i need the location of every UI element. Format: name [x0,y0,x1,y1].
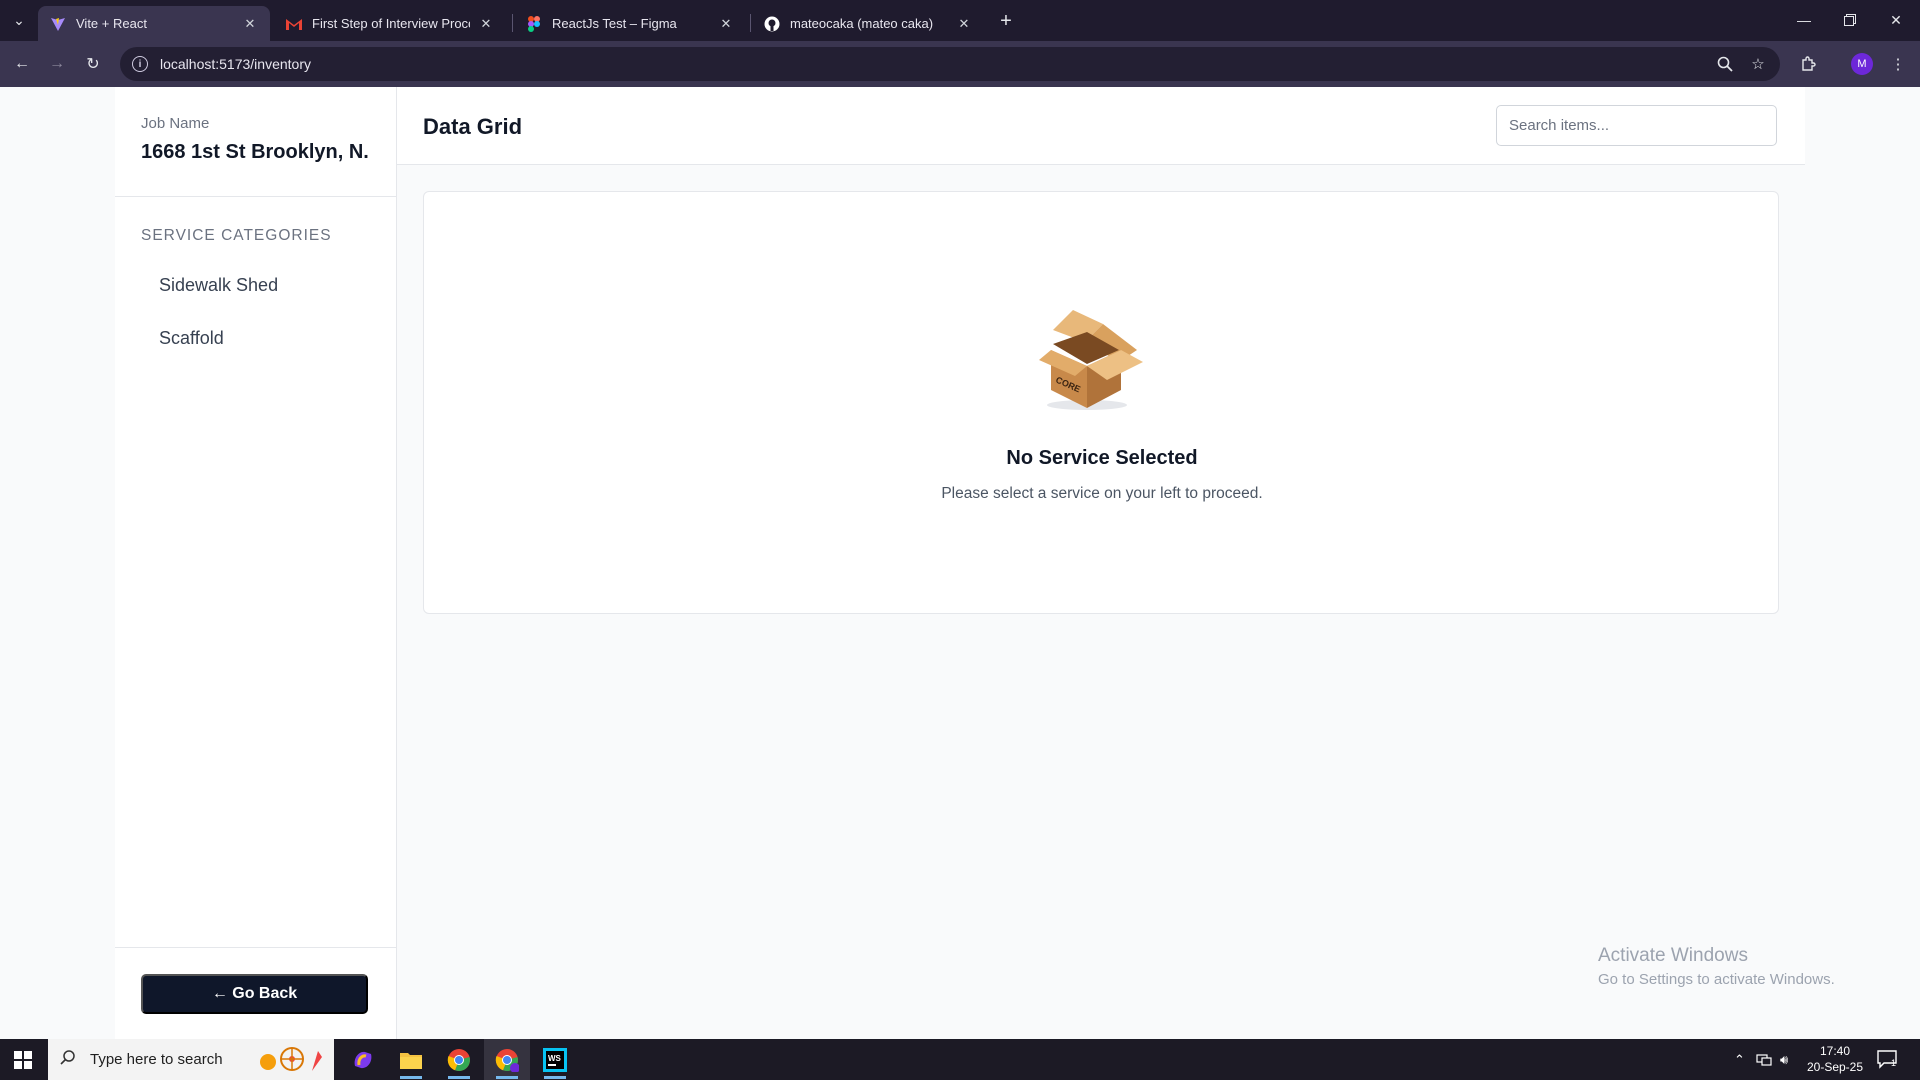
taskbar-file-explorer-icon[interactable] [388,1039,434,1080]
tab-separator [750,14,751,32]
category-item-sidewalk-shed[interactable]: Sidewalk Shed [159,275,278,296]
reload-icon[interactable]: ↻ [81,52,105,76]
tab-title: mateocaka (mateo caka) [790,16,934,31]
taskbar-search-box[interactable]: Type here to search [48,1039,334,1080]
tab-gmail[interactable]: First Step of Interview Process ( ✕ [274,6,506,41]
new-tab-plus-icon[interactable]: + [994,9,1018,33]
divider [115,947,396,948]
show-hidden-icons-chevron-icon[interactable]: ⌃ [1734,1039,1745,1080]
open-box-icon: CORE [1039,310,1143,410]
tab-search-chevron-icon[interactable]: ⌄ [6,8,32,32]
github-icon [764,16,780,32]
empty-state-title: No Service Selected [1006,447,1198,469]
tab-vite-react[interactable]: Vite + React ✕ [38,6,270,41]
go-back-button[interactable]: ← Go Back [141,974,368,1014]
figma-icon [526,15,542,32]
tab-figma[interactable]: ReactJs Test – Figma ✕ [514,6,746,41]
site-info-icon[interactable]: i [132,56,148,72]
windows-logo-icon [14,1050,32,1069]
close-window-icon[interactable]: ✕ [1876,6,1916,34]
browser-toolbar: ← → ↻ i localhost:5173/inventory ☆ M ⋮ [0,41,1920,87]
search-icon [60,1049,76,1070]
clock-time: 17:40 [1819,1044,1851,1058]
taskbar-chrome-profile-icon[interactable] [484,1039,530,1080]
empty-state-card: CORE No Service Selected Please select a… [423,191,1779,614]
close-icon[interactable]: ✕ [956,16,972,32]
taskbar-webstorm-icon[interactable]: WS [532,1039,578,1080]
empty-state-subtitle: Please select a service on your left to … [941,485,1263,502]
search-input[interactable] [1496,105,1777,146]
search-highlight-illustration-icon [260,1047,322,1071]
browser-tab-strip: ⌄ Vite + React ✕ First Step of Interview… [0,0,1920,41]
restore-icon[interactable] [1830,6,1870,34]
tab-title: Vite + React [76,16,147,31]
main-header: Data Grid [397,87,1805,165]
watermark-line-2: Go to Settings to activate Windows. [1598,971,1835,988]
job-name-value: 1668 1st St Brooklyn, N... [141,141,370,163]
activate-windows-watermark: Activate Windows Go to Settings to activ… [1598,945,1835,988]
close-icon[interactable]: ✕ [718,16,734,32]
taskbar-chrome-icon[interactable] [436,1039,482,1080]
watermark-line-1: Activate Windows [1598,945,1748,966]
start-button[interactable] [0,1039,46,1080]
windows-taskbar: Type here to search WS ⌃ 🔊︎ 17:40 20-Sep… [0,1039,1920,1080]
close-icon[interactable]: ✕ [242,16,258,32]
page-viewport: Job Name 1668 1st St Brooklyn, N... SERV… [0,87,1920,1039]
close-icon[interactable]: ✕ [478,16,494,32]
clock-date: 20-Sep-25 [1806,1060,1864,1074]
volume-icon[interactable]: 🔊︎ [1780,1039,1788,1080]
svg-text:WS: WS [548,1054,562,1063]
taskbar-clock[interactable]: 17:40 20-Sep-25 [1800,1043,1870,1075]
page-title: Data Grid [423,114,523,139]
tab-separator [512,14,513,32]
category-item-scaffold[interactable]: Scaffold [159,328,224,349]
sidebar: Job Name 1668 1st St Brooklyn, N... SERV… [115,87,397,1039]
job-info: Job Name 1668 1st St Brooklyn, N... [115,87,396,197]
notification-center-icon[interactable]: 1 [1876,1049,1900,1071]
extensions-puzzle-icon[interactable] [1796,52,1820,76]
url-text[interactable]: localhost:5173/inventory [160,56,311,72]
address-bar[interactable]: i localhost:5173/inventory [120,47,1780,81]
tab-github[interactable]: mateocaka (mateo caka) ✕ [752,6,984,41]
back-arrow-icon[interactable]: ← [10,52,34,76]
vite-icon [50,16,66,32]
notification-count: 1 [1891,1058,1897,1068]
taskbar-copilot-icon[interactable] [340,1039,386,1080]
bookmark-star-icon[interactable]: ☆ [1746,52,1770,76]
network-icon[interactable] [1756,1039,1772,1080]
tab-title: First Step of Interview Process ( [312,16,470,31]
more-menu-icon[interactable]: ⋮ [1886,52,1910,76]
service-categories-heading: SERVICE CATEGORIES [141,227,332,244]
gmail-icon [286,16,302,32]
taskbar-search-placeholder: Type here to search [90,1051,223,1068]
job-name-label: Job Name [141,115,210,132]
minimize-icon[interactable]: — [1784,6,1824,34]
forward-arrow-icon[interactable]: → [45,52,69,76]
tab-title: ReactJs Test – Figma [552,16,677,31]
profile-avatar[interactable]: M [1851,53,1873,75]
zoom-icon[interactable] [1713,52,1737,76]
app-root: Job Name 1668 1st St Brooklyn, N... SERV… [115,87,1805,1039]
